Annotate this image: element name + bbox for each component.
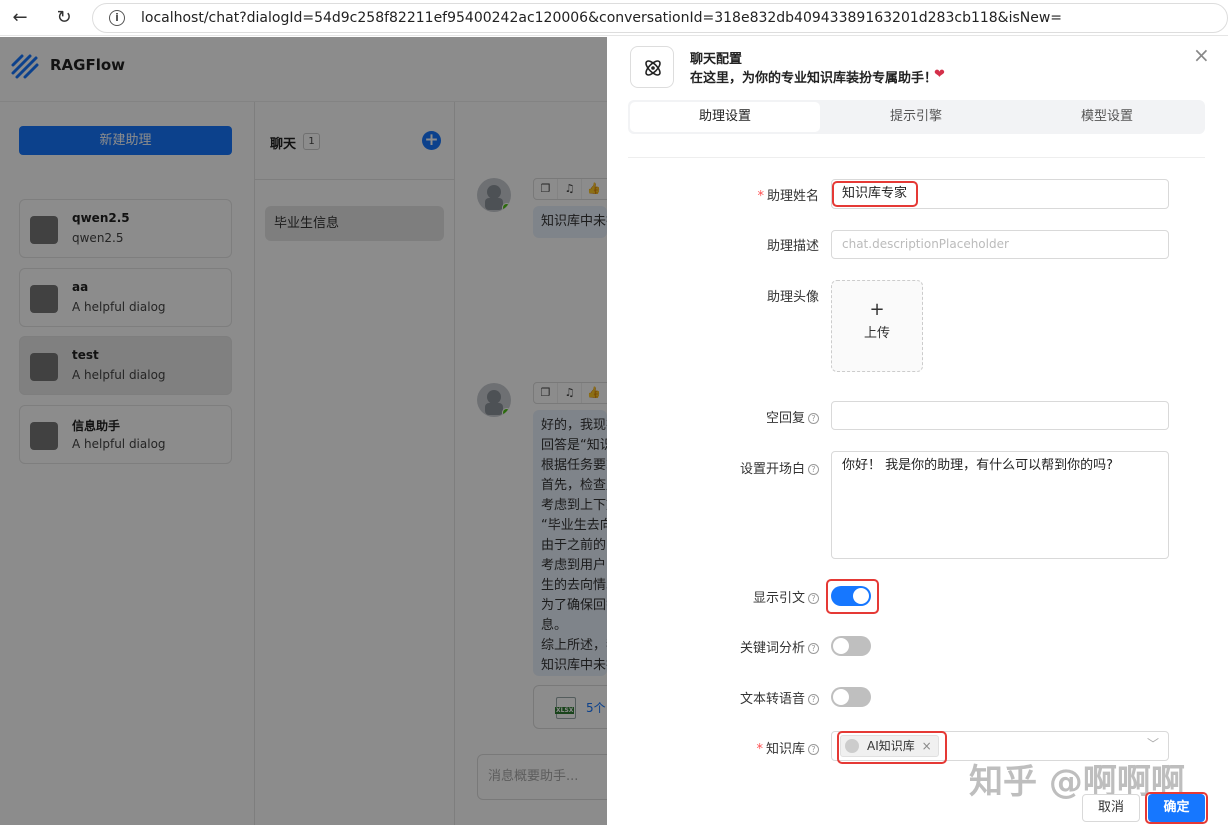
back-arrow-icon[interactable]: ← [8, 6, 32, 30]
toggle-knob [833, 689, 849, 705]
show-quote-field-label: 显示引文? [619, 587, 819, 606]
tab-model-settings[interactable]: 模型设置 [1012, 102, 1202, 132]
browser-toolbar: ← ↻ i localhost/chat?dialogId=54d9c258f8… [0, 0, 1228, 36]
help-icon[interactable]: ? [808, 744, 819, 755]
highlight-box [826, 579, 879, 614]
keyword-analysis-toggle[interactable] [831, 636, 871, 656]
empty-reply-field-label: 空回复? [619, 407, 819, 426]
highlight-box [1145, 792, 1208, 824]
name-field-label: * 助理姓名 [757, 189, 819, 204]
heart-icon: ❤ [934, 67, 945, 82]
atom-icon [645, 60, 661, 76]
opening-field-label: 设置开场白? [619, 458, 819, 477]
header-icon-box [630, 46, 674, 88]
tab-prompt-engine[interactable]: 提示引擎 [821, 102, 1011, 132]
toggle-knob [833, 638, 849, 654]
empty-reply-input[interactable] [831, 401, 1169, 430]
highlight-box [832, 181, 918, 207]
help-icon[interactable]: ? [808, 464, 819, 475]
tts-toggle[interactable] [831, 687, 871, 707]
reload-icon[interactable]: ↻ [52, 6, 76, 30]
config-tabs: 助理设置 提示引擎 模型设置 [628, 100, 1205, 134]
description-field-label: 助理描述 [766, 239, 819, 254]
upload-label: 上传 [863, 326, 890, 341]
address-bar[interactable]: i localhost/chat?dialogId=54d9c258f82211… [92, 3, 1228, 33]
help-icon[interactable]: ? [808, 413, 819, 424]
help-icon[interactable]: ? [808, 643, 819, 654]
chat-config-drawer: × 聊天配置 在这里，为你的专业知识库装扮专属助手！ ❤ 助理设置 提示引擎 模… [607, 37, 1228, 825]
cancel-button[interactable]: 取消 [1082, 794, 1140, 822]
help-icon[interactable]: ? [808, 593, 819, 604]
drawer-title: 聊天配置 [690, 52, 743, 67]
opening-textarea[interactable]: 你好！ 我是你的助理，有什么可以帮到你的吗? [831, 451, 1169, 559]
tab-assistant-settings[interactable]: 助理设置 [630, 102, 820, 132]
close-icon[interactable]: × [1193, 43, 1210, 67]
assistant-description-input[interactable]: chat.descriptionPlaceholder [831, 230, 1169, 259]
kb-field-label: * 知识库? [619, 738, 819, 757]
drawer-subtitle: 在这里，为你的专业知识库装扮专属助手！ [690, 71, 938, 86]
avatar-upload[interactable]: + 上传 [831, 280, 923, 372]
avatar-field-label: 助理头像 [766, 290, 819, 305]
site-info-icon[interactable]: i [109, 10, 125, 26]
url-text[interactable]: localhost/chat?dialogId=54d9c258f82211ef… [141, 10, 1062, 26]
help-icon[interactable]: ? [808, 694, 819, 705]
keyword-field-label: 关键词分析? [619, 637, 819, 656]
plus-icon: + [869, 299, 885, 320]
tts-field-label: 文本转语音? [619, 688, 819, 707]
chevron-down-icon[interactable]: ﹀ [1147, 735, 1159, 752]
divider [628, 157, 1205, 158]
highlight-box [837, 731, 947, 764]
